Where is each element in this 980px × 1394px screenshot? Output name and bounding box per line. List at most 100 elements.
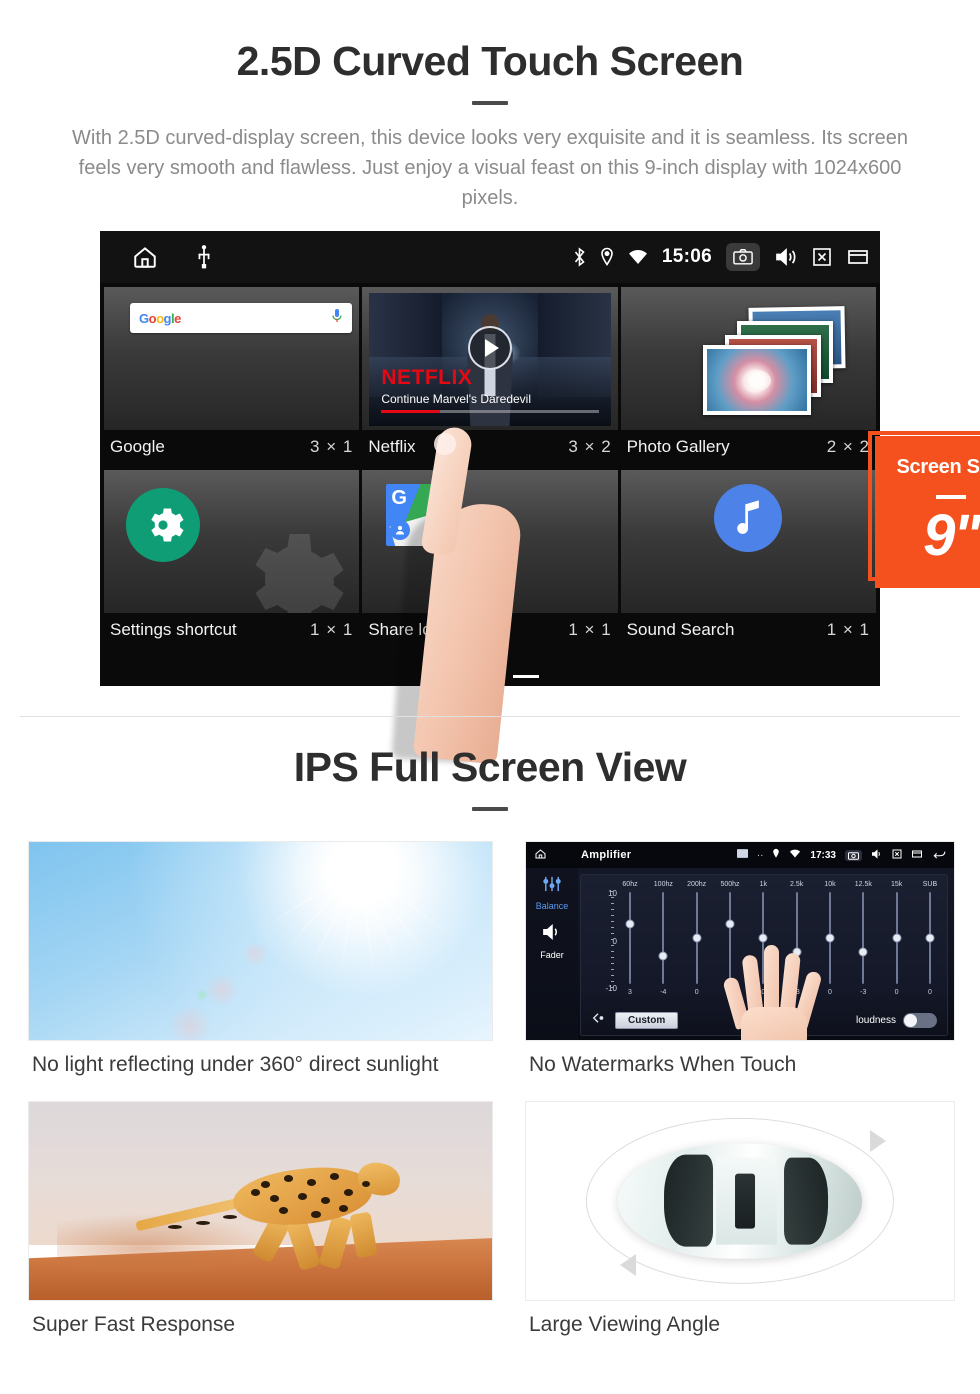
home-icon[interactable] <box>130 244 160 270</box>
sliders-icon[interactable] <box>542 876 562 897</box>
prev-preset-icon[interactable] <box>591 1011 605 1029</box>
eq-band[interactable]: 500hz 3 <box>719 881 741 996</box>
camera-icon[interactable] <box>845 849 862 861</box>
eq-band[interactable]: 200hz 0 <box>686 881 708 996</box>
badge-title: Screen Size <box>896 456 980 478</box>
widget-label-google: Google 3 × 1 <box>104 430 359 467</box>
volume-icon[interactable] <box>871 848 883 862</box>
eq-band-knob[interactable] <box>658 951 668 961</box>
eq-band-track[interactable] <box>758 892 768 984</box>
feature-caption-response: Super Fast Response <box>32 1313 236 1336</box>
wifi-icon <box>789 849 801 861</box>
eq-band[interactable]: SUB 0 <box>919 881 941 996</box>
eq-band[interactable]: 1k 0 <box>752 881 774 996</box>
play-icon[interactable] <box>467 325 512 370</box>
usb-icon <box>196 244 212 270</box>
eq-band[interactable]: 10k 0 <box>819 881 841 996</box>
loudness-label: loudness <box>855 1014 896 1026</box>
page-dot-2[interactable] <box>477 675 503 678</box>
speaker-icon[interactable] <box>541 923 563 946</box>
equalizer-panel: 10 0 -10 60hz3100hz-4200hz0500hz31k02.5k… <box>580 874 948 1040</box>
eq-band[interactable]: 60hz 3 <box>619 881 641 996</box>
eq-band-label: 1k <box>759 881 768 888</box>
eq-band-value: -4 <box>660 989 667 996</box>
eq-band-label: 100hz <box>653 881 673 888</box>
gear-ghost-icon <box>227 524 347 613</box>
gear-icon <box>126 488 200 562</box>
eq-band-knob[interactable] <box>725 919 735 929</box>
eq-band-track[interactable] <box>792 892 802 984</box>
widget-name: Settings shortcut <box>110 620 237 639</box>
amplifier-title: Amplifier <box>581 849 632 861</box>
eq-band-track[interactable] <box>892 892 902 984</box>
netflix-logo: NETFLIX <box>381 366 473 389</box>
widget-cell-netflix[interactable]: NETFLIX Continue Marvel's Daredevil Netf… <box>362 287 618 467</box>
widget-name: Share location <box>368 620 478 639</box>
widget-cell-settings[interactable]: Settings shortcut 1 × 1 <box>104 470 360 650</box>
eq-band-label: 500hz <box>720 881 740 888</box>
home-icon[interactable] <box>534 848 547 863</box>
widget-cell-google[interactable]: Google Google 3 × 1 <box>104 287 360 467</box>
camera-icon[interactable] <box>726 243 760 271</box>
microphone-icon[interactable] <box>331 308 343 329</box>
feature-card-sunlight: No light reflecting under 360° direct su… <box>28 841 493 1093</box>
recents-icon[interactable] <box>846 247 870 267</box>
eq-band-knob[interactable] <box>892 933 902 943</box>
eq-band-label: SUB <box>922 881 938 888</box>
eq-band-value: 3 <box>628 989 632 996</box>
eq-band-track[interactable] <box>825 892 835 984</box>
fader-label[interactable]: Fader <box>540 950 564 960</box>
close-box-icon[interactable] <box>892 849 902 862</box>
eq-band-track[interactable] <box>625 892 635 984</box>
eq-band-track[interactable] <box>858 892 868 984</box>
eq-band-track[interactable] <box>658 892 668 984</box>
eq-band-value: 0 <box>761 989 766 996</box>
widget-grid: Google Google 3 × 1 NETFLIX Continue Mar… <box>100 283 880 650</box>
eq-band-track[interactable] <box>725 892 735 984</box>
eq-band-label: 10k <box>824 881 836 888</box>
widget-label-photo-gallery: Photo Gallery 2 × 2 <box>621 430 876 467</box>
eq-band-value: 0 <box>828 989 832 996</box>
eq-band-knob[interactable] <box>692 933 702 943</box>
page-dot-1[interactable] <box>441 675 467 678</box>
preset-button[interactable]: Custom <box>615 1011 679 1029</box>
eq-band-track[interactable] <box>925 892 935 984</box>
netflix-progress-bar <box>381 410 599 413</box>
badge-value: 9" <box>923 503 980 568</box>
volume-icon[interactable] <box>774 247 798 267</box>
eq-band-value: -3 <box>793 989 800 996</box>
google-search-bar[interactable]: Google <box>130 303 352 333</box>
feature-caption-sunlight: No light reflecting under 360° direct su… <box>32 1053 439 1076</box>
equalizer-bands: 60hz 3 100hz -4 200hz 0 500hz 3 1k 0 2.5k -3 10k 0 12.… <box>619 881 941 996</box>
eq-band[interactable]: 12.5k -3 <box>852 881 874 996</box>
feature-card-viewing-angle: Large Viewing Angle <box>525 1101 955 1353</box>
eq-band-knob[interactable] <box>792 947 802 957</box>
eq-band-label: 60hz <box>622 881 638 888</box>
recents-icon[interactable] <box>911 849 923 862</box>
balance-label[interactable]: Balance <box>536 901 569 911</box>
feature-card-grid: No light reflecting under 360° direct su… <box>28 841 980 1353</box>
eq-band-knob[interactable] <box>625 919 635 929</box>
widget-cell-share-location[interactable]: G Share location 1 × 1 <box>362 470 618 650</box>
eq-band[interactable]: 100hz -4 <box>652 881 674 996</box>
ips-section: IPS Full Screen View No light reflecting… <box>0 740 980 1353</box>
eq-band-knob[interactable] <box>825 933 835 943</box>
close-box-icon[interactable] <box>812 247 832 267</box>
page-dot-3-active[interactable] <box>513 675 539 678</box>
eq-band-knob[interactable] <box>925 933 935 943</box>
eq-band-knob[interactable] <box>858 947 868 957</box>
widget-cell-sound-search[interactable]: Sound Search 1 × 1 <box>620 470 876 650</box>
eq-band-value: -3 <box>860 989 867 996</box>
eq-band-track[interactable] <box>692 892 702 984</box>
widget-label-netflix: Netflix 3 × 2 <box>362 430 617 467</box>
loudness-toggle[interactable] <box>903 1012 937 1028</box>
eq-band-knob[interactable] <box>758 933 768 943</box>
eq-band[interactable]: 15k 0 <box>886 881 908 996</box>
widget-cell-photo-gallery[interactable]: Photo Gallery 2 × 2 <box>620 287 876 467</box>
section2-title: IPS Full Screen View <box>293 744 687 790</box>
page-title: 2.5D Curved Touch Screen <box>236 38 744 84</box>
more-dots-icon: ·· <box>756 849 764 861</box>
page-indicator[interactable] <box>100 675 880 678</box>
eq-band[interactable]: 2.5k -3 <box>786 881 808 996</box>
back-icon[interactable] <box>932 849 946 862</box>
